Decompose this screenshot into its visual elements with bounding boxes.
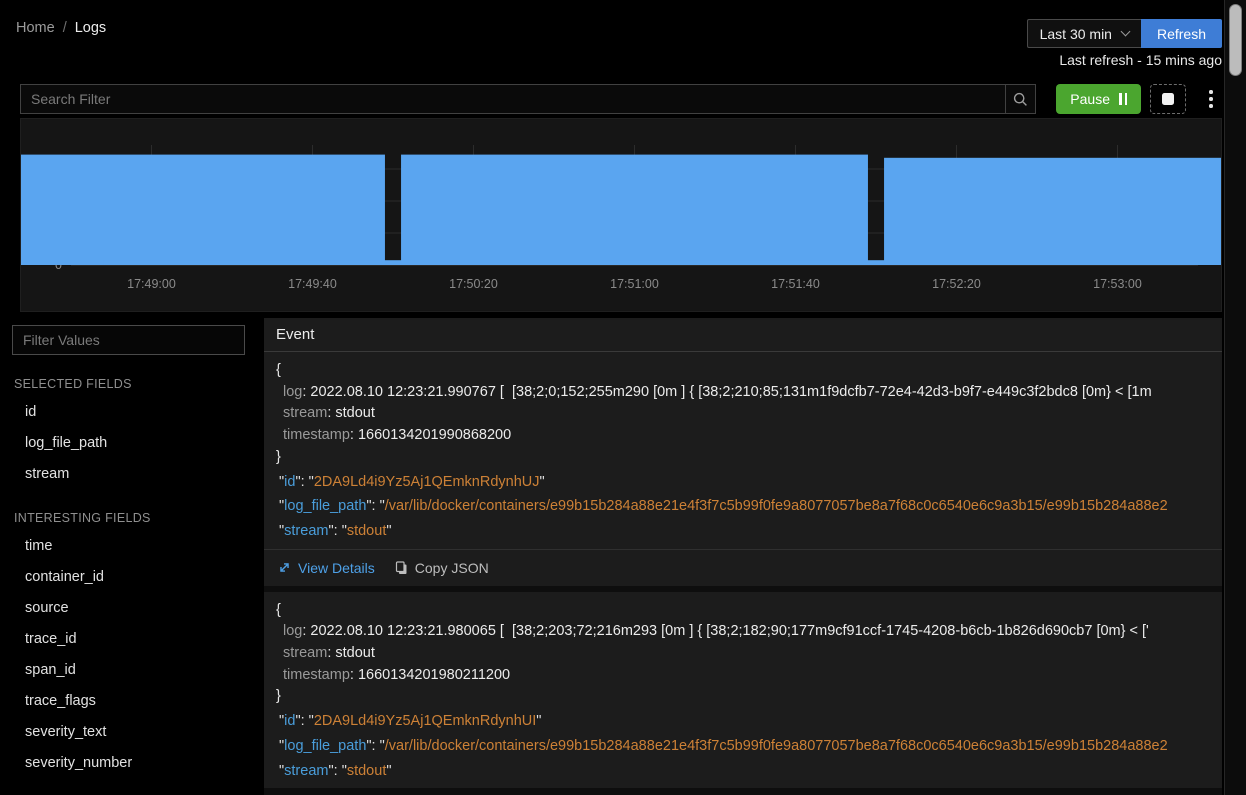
event-panel-title: Event xyxy=(264,318,1222,352)
svg-text:17:50:20: 17:50:20 xyxy=(449,277,498,291)
more-options-button[interactable] xyxy=(1200,84,1222,114)
svg-text:17:53:00: 17:53:00 xyxy=(1093,277,1142,291)
timestamp-line: timestamp: 1660134201990868200 xyxy=(283,427,512,444)
logs-histogram-chart: 17:49:00 17:49:40 17:50:20 17:51:00 17:51:40… xyxy=(20,118,1222,312)
pause-button-label: Pause xyxy=(1070,91,1110,107)
field-item-source[interactable]: source xyxy=(12,592,260,623)
fields-sidebar: SELECTED FIELDS id log_file_path stream … xyxy=(12,318,260,795)
timestamp-line: timestamp: 1660134201980211200 xyxy=(283,666,511,683)
selected-fields-title: SELECTED FIELDS xyxy=(14,377,132,391)
log-file-path-line: "log_file_path": "/var/lib/docker/contai… xyxy=(279,737,1168,754)
stop-button[interactable] xyxy=(1150,84,1186,114)
svg-text:17:51:00: 17:51:00 xyxy=(610,277,659,291)
json-close-brace: } xyxy=(276,448,281,465)
window-scrollbar-thumb[interactable] xyxy=(1229,4,1242,76)
json-open-brace: { xyxy=(276,601,281,618)
breadcrumb-home-link[interactable]: Home xyxy=(16,20,55,36)
id-line: "id": "2DA9Ld4i9Yz5Aj1QEmknRdynhUJ" xyxy=(279,473,545,490)
log-entry-body: { log: 2022.08.10 12:23:21.990767 [ [38;… xyxy=(264,352,1222,549)
filter-values-input[interactable] xyxy=(12,325,245,355)
search-row: Pause xyxy=(20,84,1222,114)
breadcrumb: Home / Logs xyxy=(16,20,106,36)
copy-icon xyxy=(395,561,407,574)
pause-icon xyxy=(1119,93,1127,105)
field-item-trace-flags[interactable]: trace_flags xyxy=(12,685,260,716)
log-line: log: 2022.08.10 12:23:21.990767 [ [38;2;… xyxy=(283,383,1152,400)
svg-text:17:51:40: 17:51:40 xyxy=(771,277,820,291)
id-line: "id": "2DA9Ld4i9Yz5Aj1QEmknRdynhUI" xyxy=(279,713,542,730)
chevron-down-icon xyxy=(1120,26,1131,37)
time-range-select[interactable]: Last 30 min xyxy=(1026,19,1141,48)
field-item-stream[interactable]: stream xyxy=(12,458,260,489)
field-item-container-id[interactable]: container_id xyxy=(12,561,260,592)
expand-icon xyxy=(280,563,289,572)
field-item-log-file-path[interactable]: log_file_path xyxy=(12,427,260,458)
last-refresh-text: Last refresh - 15 mins ago xyxy=(1059,52,1222,68)
stream-line: stream: stdout xyxy=(283,645,375,662)
field-item-time[interactable]: time xyxy=(12,530,260,561)
log-entry: { log: 2022.08.10 12:23:21.990767 [ [38;… xyxy=(264,352,1222,586)
search-icon xyxy=(1014,92,1028,106)
histogram-svg: 17:49:00 17:49:40 17:50:20 17:51:00 17:51:40… xyxy=(21,145,1221,291)
logs-page: Home / Logs Last 30 min Refresh Last ref… xyxy=(0,0,1246,795)
json-close-brace: } xyxy=(276,688,281,705)
kebab-icon xyxy=(1209,90,1213,94)
field-item-trace-id[interactable]: trace_id xyxy=(12,623,260,654)
log-entry-actions: View Details Copy JSON xyxy=(264,548,1222,586)
search-input[interactable] xyxy=(20,84,1006,114)
log-file-path-line: "log_file_path": "/var/lib/docker/contai… xyxy=(279,498,1168,515)
svg-text:17:49:40: 17:49:40 xyxy=(288,277,337,291)
breadcrumb-separator: / xyxy=(62,20,67,36)
field-item-severity-text[interactable]: severity_text xyxy=(12,716,260,747)
stream-field-line: "stream": "stdout" xyxy=(279,522,392,539)
interesting-fields-section: INTERESTING FIELDS time container_id sou… xyxy=(12,511,260,778)
pause-button[interactable]: Pause xyxy=(1056,84,1141,114)
search-box xyxy=(20,84,1037,114)
field-item-severity-number[interactable]: severity_number xyxy=(12,747,260,778)
field-item-id[interactable]: id xyxy=(12,396,260,427)
log-line: log: 2022.08.10 12:23:21.980065 [ [38;2;… xyxy=(283,623,1149,640)
field-item-span-id[interactable]: span_id xyxy=(12,654,260,685)
view-details-link[interactable]: View Details xyxy=(278,560,375,576)
stop-icon xyxy=(1162,93,1174,105)
time-controls: Last 30 min Refresh xyxy=(1026,19,1222,48)
copy-json-button[interactable]: Copy JSON xyxy=(395,560,489,576)
svg-text:17:52:20: 17:52:20 xyxy=(932,277,981,291)
log-entry: { log: 2022.08.10 12:23:21.980065 [ [38;… xyxy=(264,591,1222,789)
refresh-button[interactable]: Refresh xyxy=(1140,19,1222,48)
selected-fields-section: SELECTED FIELDS id log_file_path stream xyxy=(12,377,260,489)
json-open-brace: { xyxy=(276,362,281,378)
window-scrollbar-track xyxy=(1224,0,1246,795)
time-range-value: Last 30 min xyxy=(1039,25,1112,42)
event-panel: Event { log: 2022.08.10 12:23:21.990767 … xyxy=(264,318,1222,795)
breadcrumb-current-page: Logs xyxy=(74,20,107,36)
stream-field-line: "stream": "stdout" xyxy=(279,762,392,779)
interesting-fields-title: INTERESTING FIELDS xyxy=(14,511,151,525)
main-content: SELECTED FIELDS id log_file_path stream … xyxy=(12,318,1222,795)
svg-text:17:49:00: 17:49:00 xyxy=(127,277,176,291)
stream-line: stream: stdout xyxy=(283,405,375,422)
search-button[interactable] xyxy=(1005,84,1037,114)
log-entry-body: { log: 2022.08.10 12:23:21.980065 [ [38;… xyxy=(264,592,1222,789)
